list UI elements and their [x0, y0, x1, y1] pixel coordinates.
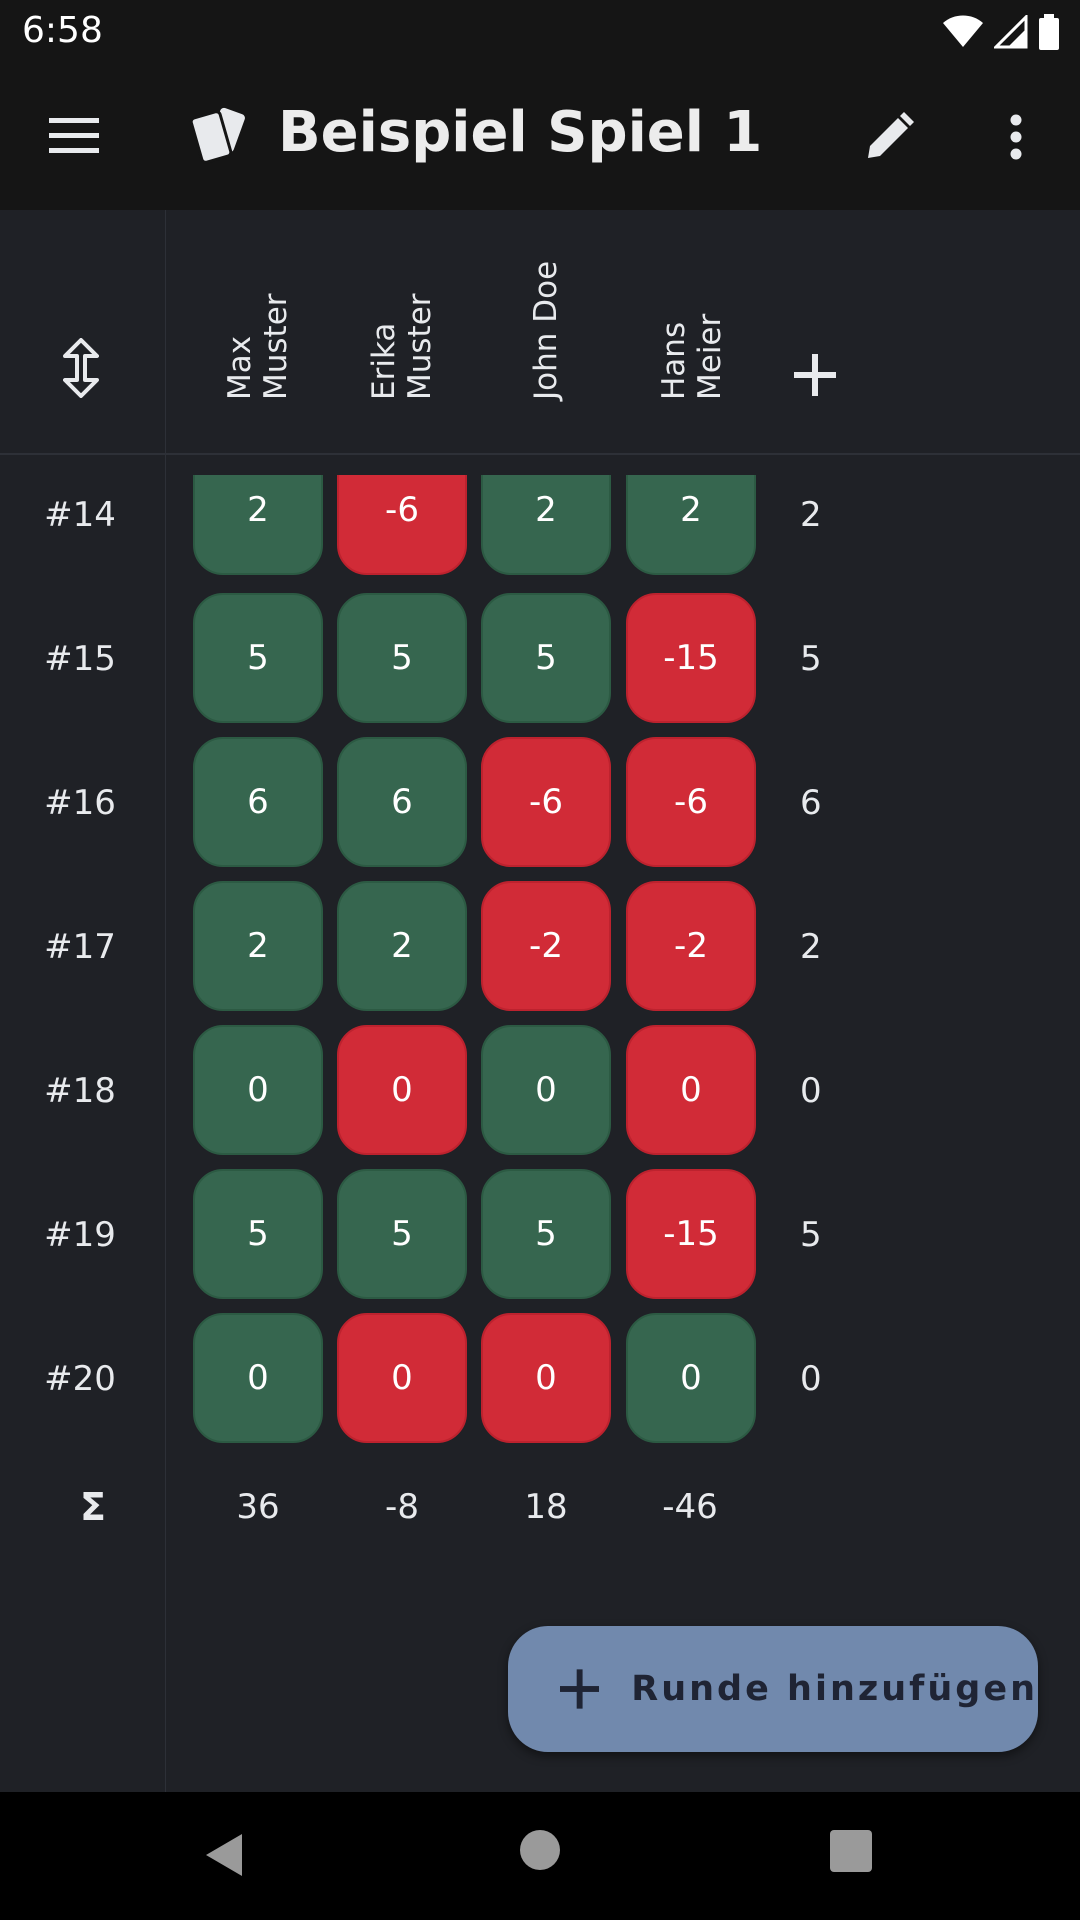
- hamburger-menu-icon: [49, 118, 99, 153]
- player-column-4[interactable]: Hans Meier: [626, 230, 758, 400]
- score-cell[interactable]: 2: [337, 881, 467, 1011]
- round-label: #15: [44, 639, 116, 679]
- score-cell[interactable]: 0: [193, 1025, 323, 1155]
- cards-logo-icon: [189, 107, 245, 164]
- score-cell[interactable]: 5: [337, 1169, 467, 1299]
- status-icons: [942, 12, 1060, 52]
- score-cell[interactable]: -15: [626, 1169, 756, 1299]
- score-cell[interactable]: 5: [481, 593, 611, 723]
- score-cell[interactable]: 2: [481, 475, 611, 575]
- plus-icon: [794, 354, 836, 396]
- page-title: Beispiel Spiel 1: [278, 100, 763, 165]
- edit-button[interactable]: [856, 104, 922, 170]
- status-time: 6:58: [22, 10, 103, 51]
- sum-value: -46: [662, 1487, 718, 1527]
- add-player-button[interactable]: [790, 350, 840, 400]
- round-label: #14: [44, 495, 116, 535]
- round-label: #19: [44, 1215, 116, 1255]
- player-column-1[interactable]: Max Muster: [192, 230, 324, 400]
- sort-button[interactable]: [50, 330, 112, 406]
- pencil-icon: [868, 112, 914, 158]
- score-cell[interactable]: -15: [626, 593, 756, 723]
- more-options-button[interactable]: [986, 104, 1046, 170]
- header-divider: [0, 453, 1080, 455]
- player-column-3[interactable]: John Doe: [480, 230, 612, 400]
- score-cell[interactable]: 2: [193, 881, 323, 1011]
- battery-icon: [1039, 14, 1059, 50]
- sum-value: 18: [524, 1487, 568, 1527]
- row-total: 2: [800, 495, 822, 535]
- row-total: 5: [800, 639, 822, 679]
- sum-value: 36: [236, 1487, 280, 1527]
- recent-apps-icon[interactable]: [830, 1830, 872, 1872]
- sum-symbol: Σ: [80, 1485, 106, 1529]
- system-navigation-bar: [0, 1792, 1080, 1920]
- row-total: 6: [800, 783, 822, 823]
- app-bar: Beispiel Spiel 1: [0, 64, 1080, 210]
- score-cell[interactable]: -6: [337, 475, 467, 575]
- row-total: 0: [800, 1071, 822, 1111]
- status-bar: 6:58: [0, 0, 1080, 64]
- score-cell[interactable]: 5: [337, 593, 467, 723]
- sum-value: -8: [385, 1487, 419, 1527]
- row-total: 5: [800, 1215, 822, 1255]
- add-round-button[interactable]: Runde hinzufügen: [508, 1626, 1038, 1752]
- home-icon[interactable]: [520, 1830, 560, 1870]
- round-label: #20: [44, 1359, 116, 1399]
- wifi-icon: [943, 15, 983, 47]
- score-cell[interactable]: 5: [193, 1169, 323, 1299]
- score-cell[interactable]: 0: [481, 1313, 611, 1443]
- score-cell[interactable]: 0: [193, 1313, 323, 1443]
- round-label: #17: [44, 927, 116, 967]
- score-cell[interactable]: 5: [193, 593, 323, 723]
- score-cell[interactable]: 5: [481, 1169, 611, 1299]
- vertical-arrows-icon: [63, 338, 99, 398]
- score-cell[interactable]: 0: [626, 1025, 756, 1155]
- signal-icon: [994, 15, 1028, 49]
- menu-button[interactable]: [38, 104, 110, 168]
- score-cell[interactable]: 2: [193, 475, 323, 575]
- score-cell[interactable]: 0: [337, 1313, 467, 1443]
- row-total: 0: [800, 1359, 822, 1399]
- plus-icon: [560, 1669, 600, 1709]
- score-cell[interactable]: 0: [481, 1025, 611, 1155]
- rounds-list[interactable]: #14 2 -6 2 2 2 #15 5 5 5 -15 5 #16 6 6 -…: [0, 475, 1080, 1455]
- player-column-2[interactable]: Erika Muster: [336, 230, 468, 400]
- back-icon[interactable]: [200, 1830, 250, 1880]
- round-label: #16: [44, 783, 116, 823]
- score-cell[interactable]: 6: [337, 737, 467, 867]
- score-cell[interactable]: -6: [481, 737, 611, 867]
- score-cell[interactable]: -6: [626, 737, 756, 867]
- score-cell[interactable]: 0: [626, 1313, 756, 1443]
- score-cell[interactable]: 0: [337, 1025, 467, 1155]
- score-cell[interactable]: 6: [193, 737, 323, 867]
- add-round-label: Runde hinzufügen: [631, 1669, 1038, 1709]
- score-cell[interactable]: 2: [626, 475, 756, 575]
- score-cell[interactable]: -2: [481, 881, 611, 1011]
- more-vert-icon: [1010, 114, 1022, 160]
- round-label: #18: [44, 1071, 116, 1111]
- row-total: 2: [800, 927, 822, 967]
- score-cell[interactable]: -2: [626, 881, 756, 1011]
